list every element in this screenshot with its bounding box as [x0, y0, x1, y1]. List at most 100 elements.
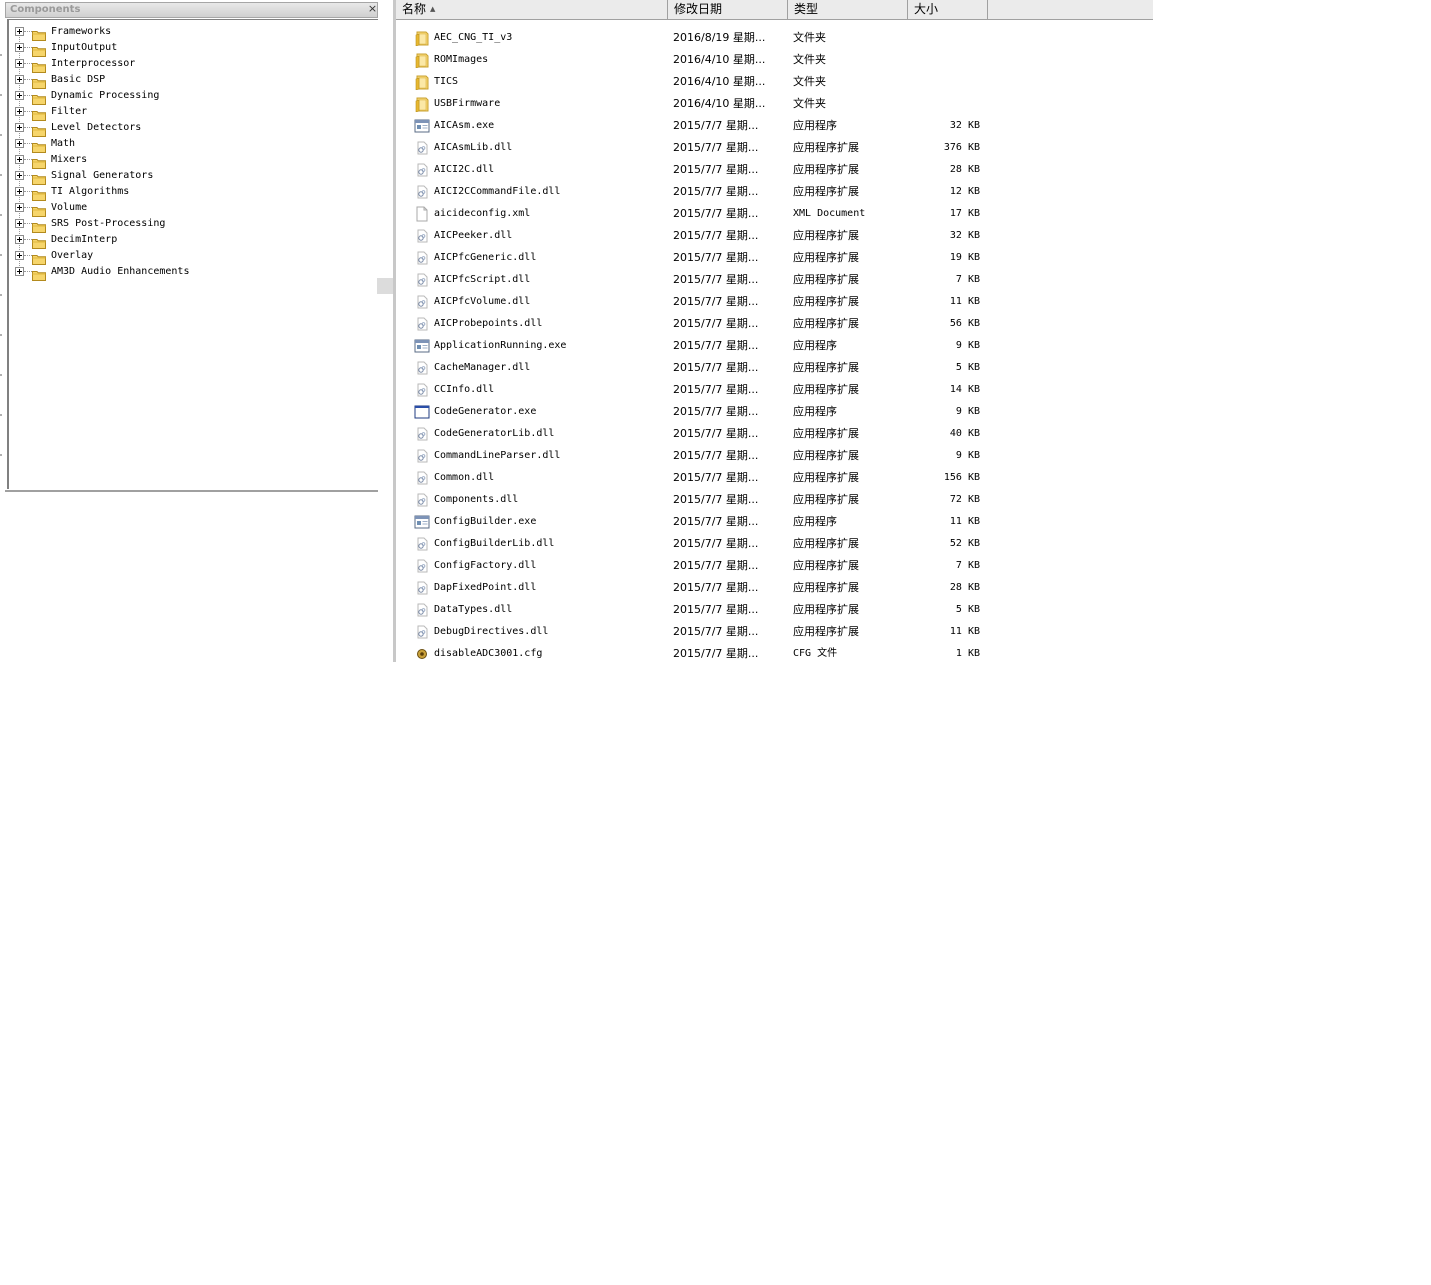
expand-plus-icon[interactable]: [15, 139, 24, 148]
expand-plus-icon[interactable]: [15, 59, 24, 68]
expand-plus-icon[interactable]: [15, 187, 24, 196]
expand-plus-icon[interactable]: [15, 219, 24, 228]
file-row[interactable]: aicideconfig.xml 2015/7/7 星期... XML Docume…: [408, 203, 988, 225]
dll-icon: [414, 492, 430, 508]
file-row[interactable]: CodeGenerator.exe 2015/7/7 星期... 应用程序 9 KB: [408, 401, 988, 423]
file-size: 72 KB: [949, 494, 980, 505]
file-row[interactable]: disableADC3001.cfg 2015/7/7 星期... CFG 文件 1 …: [408, 643, 988, 665]
tree-item[interactable]: AM3D Audio Enhancements: [15, 264, 355, 281]
tree-item[interactable]: Signal Generators: [15, 168, 355, 185]
file-row[interactable]: AEC_CNG_TI_v3 2016/8/19 星期... 文件夹: [408, 27, 988, 49]
tree-item-label: Volume: [51, 202, 88, 213]
tree-item[interactable]: Basic DSP: [15, 72, 355, 89]
file-row[interactable]: ApplicationRunning.exe 2015/7/7 星期... 应用程序…: [408, 335, 988, 357]
file-row[interactable]: AICPeeker.dll 2015/7/7 星期... 应用程序扩展 32 KB: [408, 225, 988, 247]
column-header-type[interactable]: 类型: [788, 0, 908, 19]
column-header-size[interactable]: 大小: [908, 0, 988, 19]
file-row[interactable]: CodeGeneratorLib.dll 2015/7/7 星期... 应用程序扩展…: [408, 423, 988, 445]
file-row[interactable]: Common.dll 2015/7/7 星期... 应用程序扩展 156 KB: [408, 467, 988, 489]
file-row[interactable]: ConfigBuilder.exe 2015/7/7 星期... 应用程序 11 KB: [408, 511, 988, 533]
expand-plus-icon[interactable]: [15, 27, 24, 36]
file-row[interactable]: AICPfcVolume.dll 2015/7/7 星期... 应用程序扩展 11 K…: [408, 291, 988, 313]
file-row[interactable]: CCInfo.dll 2015/7/7 星期... 应用程序扩展 14 KB: [408, 379, 988, 401]
tree-item[interactable]: Volume: [15, 200, 355, 217]
expand-plus-icon[interactable]: [15, 267, 24, 276]
file-modified-date: 2015/7/7 星期...: [673, 603, 759, 616]
file-size: 376 KB: [943, 142, 980, 153]
tree-item[interactable]: InputOutput: [15, 40, 355, 57]
tree-item[interactable]: Interprocessor: [15, 56, 355, 73]
file-row[interactable]: USBFirmware 2016/4/10 星期... 文件夹: [408, 93, 988, 115]
file-row[interactable]: AICProbepoints.dll 2015/7/7 星期... 应用程序扩展 56…: [408, 313, 988, 335]
tree-connector: [24, 191, 32, 192]
file-row[interactable]: ROMImages 2016/4/10 星期... 文件夹: [408, 49, 988, 71]
file-size: 7 KB: [955, 560, 980, 571]
file-modified-date: 2016/4/10 星期...: [673, 53, 766, 66]
expand-plus-icon[interactable]: [15, 251, 24, 260]
tree-item[interactable]: TI Algorithms: [15, 184, 355, 201]
tree-item[interactable]: Overlay: [15, 248, 355, 265]
file-type: 应用程序扩展: [793, 625, 859, 638]
file-type: 应用程序扩展: [793, 537, 859, 550]
file-row[interactable]: DataTypes.dll 2015/7/7 星期... 应用程序扩展 5 KB: [408, 599, 988, 621]
file-row[interactable]: AICI2CCommandFile.dll 2015/7/7 星期... 应用程序扩…: [408, 181, 988, 203]
file-row[interactable]: CommandLineParser.dll 2015/7/7 星期... 应用程序扩…: [408, 445, 988, 467]
column-header-modified[interactable]: 修改日期: [668, 0, 788, 19]
file-modified-date: 2015/7/7 星期...: [673, 537, 759, 550]
expand-plus-icon[interactable]: [15, 171, 24, 180]
expand-plus-icon[interactable]: [15, 43, 24, 52]
file-modified-date: 2015/7/7 星期...: [673, 449, 759, 462]
file-row[interactable]: AICPfcScript.dll 2015/7/7 星期... 应用程序扩展 7 KB: [408, 269, 988, 291]
file-name: DataTypes.dll: [434, 604, 513, 615]
file-modified-date: 2015/7/7 星期...: [673, 295, 759, 308]
file-row[interactable]: Components.dll 2015/7/7 星期... 应用程序扩展 72 KB: [408, 489, 988, 511]
tree-item[interactable]: Frameworks: [15, 24, 355, 41]
file-row[interactable]: TICS 2016/4/10 星期... 文件夹: [408, 71, 988, 93]
expand-plus-icon[interactable]: [15, 235, 24, 244]
file-name: AICPfcVolume.dll: [434, 296, 531, 307]
expand-plus-icon[interactable]: [15, 91, 24, 100]
file-size: 156 KB: [943, 472, 980, 483]
dll-icon: [414, 580, 430, 596]
file-type: XML Document: [793, 208, 866, 219]
file-type: 应用程序扩展: [793, 273, 859, 286]
expand-plus-icon[interactable]: [15, 203, 24, 212]
file-row[interactable]: DebugDirectives.dll 2015/7/7 星期... 应用程序扩展 1…: [408, 621, 988, 643]
pane-separator[interactable]: [393, 0, 396, 662]
file-name: ConfigFactory.dll: [434, 560, 537, 571]
tree-item[interactable]: Dynamic Processing: [15, 88, 355, 105]
file-row[interactable]: AICAsm.exe 2015/7/7 星期... 应用程序 32 KB: [408, 115, 988, 137]
file-row[interactable]: CacheManager.dll 2015/7/7 星期... 应用程序扩展 5 KB: [408, 357, 988, 379]
expand-plus-icon[interactable]: [15, 155, 24, 164]
tree-item[interactable]: SRS Post-Processing: [15, 216, 355, 233]
dll-icon: [414, 140, 430, 156]
file-row[interactable]: ConfigFactory.dll 2015/7/7 星期... 应用程序扩展 7 K…: [408, 555, 988, 577]
tree-connector: [24, 143, 32, 144]
left-edge-ticks: [0, 16, 2, 491]
file-name: AICPfcGeneric.dll: [434, 252, 537, 263]
tree-item[interactable]: DecimInterp: [15, 232, 355, 249]
file-row[interactable]: AICAsmLib.dll 2015/7/7 星期... 应用程序扩展 376 KB: [408, 137, 988, 159]
tree-item[interactable]: Mixers: [15, 152, 355, 169]
tree-connector: [24, 31, 32, 32]
column-header-name[interactable]: 名称 ▲: [396, 0, 668, 19]
file-row[interactable]: DapFixedPoint.dll 2015/7/7 星期... 应用程序扩展 28 …: [408, 577, 988, 599]
tree-item[interactable]: Filter: [15, 104, 355, 121]
components-panel-title: Components: [5, 2, 378, 18]
file-row[interactable]: ConfigBuilderLib.dll 2015/7/7 星期... 应用程序扩展…: [408, 533, 988, 555]
dll-icon: [414, 360, 430, 376]
file-modified-date: 2015/7/7 星期...: [673, 229, 759, 242]
file-type: 文件夹: [793, 97, 826, 110]
tree-item-label: Overlay: [51, 250, 94, 261]
file-type: 应用程序扩展: [793, 141, 859, 154]
expand-plus-icon[interactable]: [15, 107, 24, 116]
close-icon[interactable]: ×: [367, 2, 378, 15]
expand-plus-icon[interactable]: [15, 75, 24, 84]
tree-item[interactable]: Math: [15, 136, 355, 153]
components-tree[interactable]: Frameworks InputOutput Interprocessor Basic…: [7, 19, 378, 489]
file-row[interactable]: AICI2C.dll 2015/7/7 星期... 应用程序扩展 28 KB: [408, 159, 988, 181]
expand-plus-icon[interactable]: [15, 123, 24, 132]
file-row[interactable]: AICPfcGeneric.dll 2015/7/7 星期... 应用程序扩展 19 …: [408, 247, 988, 269]
splitter-grip[interactable]: [377, 278, 393, 294]
tree-item[interactable]: Level Detectors: [15, 120, 355, 137]
